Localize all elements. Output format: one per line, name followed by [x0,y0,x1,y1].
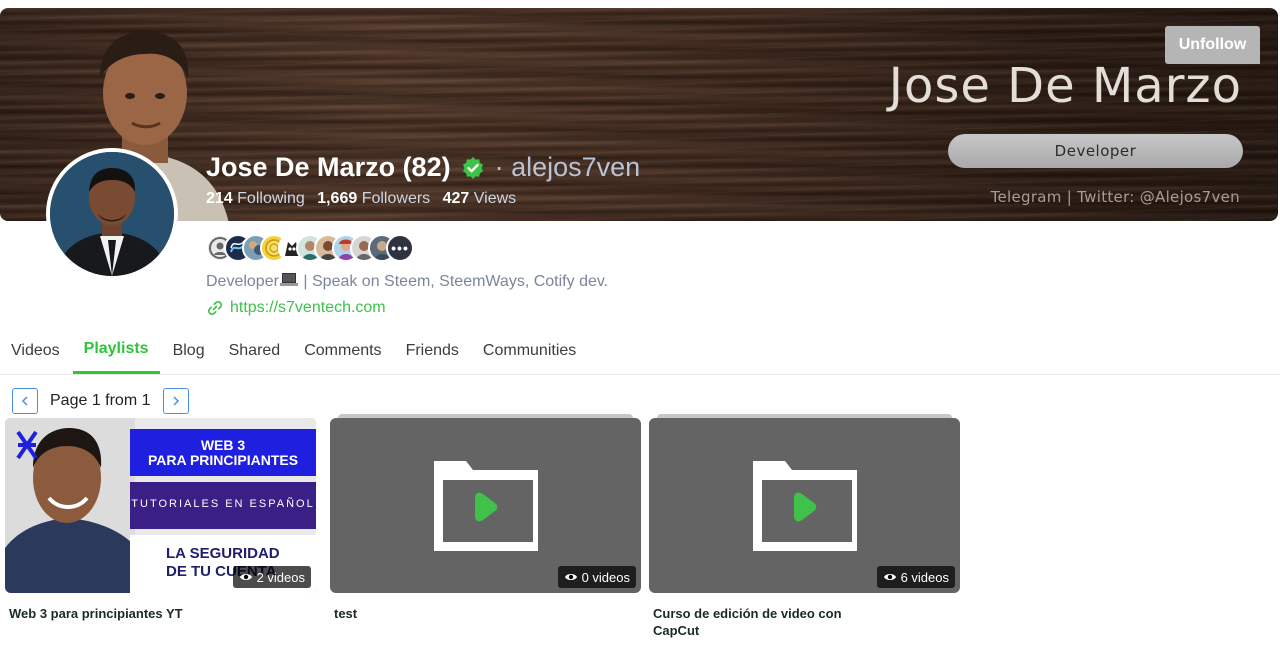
video-count-badge: 0 videos [557,566,636,588]
playlist-title[interactable]: Web 3 para principiantes YT [9,605,219,622]
tab-playlists[interactable]: Playlists [72,330,160,374]
more-icon[interactable]: ••• [386,234,414,262]
thumb-line-1: WEB 3 [200,437,246,453]
website-link[interactable]: https://s7ventech.com [206,299,386,317]
bio-text: | Speak on Steem, SteemWays, Cotify dev. [303,273,609,290]
profile-display-name: Jose De Marzo (82) [206,152,451,182]
video-count-badge: 2 videos [232,566,311,588]
unfollow-button[interactable]: Unfollow [1165,26,1260,64]
cover-name-text: Jose De Marzo [888,58,1242,114]
bio-prefix: Developer [206,273,279,290]
cover-role-pill: Developer [948,134,1243,168]
eye-icon [564,574,577,580]
thumb-subtitle-panel: TUTORIALES EN ESPAÑOL [130,482,316,529]
tab-blog[interactable]: Blog [162,330,216,374]
followers-link[interactable]: Followers [362,190,430,207]
eye-icon [239,574,252,580]
followers-count: 1,669 [317,190,358,207]
tab-comments[interactable]: Comments [293,330,392,374]
website-url: https://s7ventech.com [230,299,386,316]
playlist-folder-icon [433,460,538,551]
laptop-icon [279,273,298,286]
tab-friends[interactable]: Friends [395,330,470,374]
thumb-title-panel: WEB 3 PARA PRINCIPIANTES [130,429,316,476]
video-count-text: 0 videos [581,569,630,585]
prev-page-button[interactable] [12,388,38,414]
cover-contact-text: Telegram | Twitter: @Alejos7ven [990,188,1240,206]
video-count-badge: 6 videos [876,566,955,588]
playlist-title[interactable]: Curso de edición de video con CapCut [653,605,863,639]
playlist-card[interactable]: 6 videos Curso de edición de video con C… [649,414,960,639]
cover-banner: Jose De Marzo Developer Telegram | Twitt… [0,8,1278,221]
link-icon [208,301,222,315]
thumb-line-2: PARA PRINCIPIANTES [147,452,299,468]
views-label: Views [473,190,517,207]
views-count: 427 [442,190,470,207]
chevron-left-icon [21,396,28,406]
playlist-card[interactable]: 0 videos test [330,414,641,622]
profile-bio: Developer | Speak on Steem, SteemWays, C… [206,272,608,291]
video-count-text: 2 videos [256,569,305,585]
thumb-line-4: LA SEGURIDAD [166,545,280,562]
playlist-thumbnail[interactable]: 0 videos [330,418,641,593]
profile-avatar[interactable] [46,148,178,280]
eye-icon [883,574,896,580]
profile-name: Jose De Marzo (82) · alejos7ven [206,152,640,183]
chevron-right-icon [172,396,179,406]
brand-logo-icon [16,430,38,460]
tab-videos[interactable]: Videos [0,330,71,374]
playlist-thumbnail[interactable]: 6 videos [649,418,960,593]
playlist-folder-icon [752,460,857,551]
pagination: Page 1 from 1 [12,388,189,414]
profile-tabs: Videos Playlists Blog Shared Comments Fr… [0,330,1280,375]
next-page-button[interactable] [162,388,189,414]
following-link[interactable]: Following [237,190,305,207]
community-icons-row: ••• [206,234,414,264]
following-count: 214 [206,190,233,207]
tab-communities[interactable]: Communities [472,330,587,374]
avatar-photo [50,152,174,276]
playlist-thumbnail[interactable]: WEB 3 PARA PRINCIPIANTES TUTORIALES EN E… [5,418,316,593]
page-indicator: Page 1 from 1 [50,392,151,409]
video-count-text: 6 videos [900,569,949,585]
playlist-card[interactable]: WEB 3 PARA PRINCIPIANTES TUTORIALES EN E… [5,418,316,622]
playlist-title[interactable]: test [334,605,544,622]
tab-shared[interactable]: Shared [218,330,292,374]
verified-badge-icon [462,156,483,179]
profile-stats: 214 Following 1,669 Followers 427 Views [206,190,524,208]
profile-handle-link[interactable]: · alejos7ven [495,152,641,183]
